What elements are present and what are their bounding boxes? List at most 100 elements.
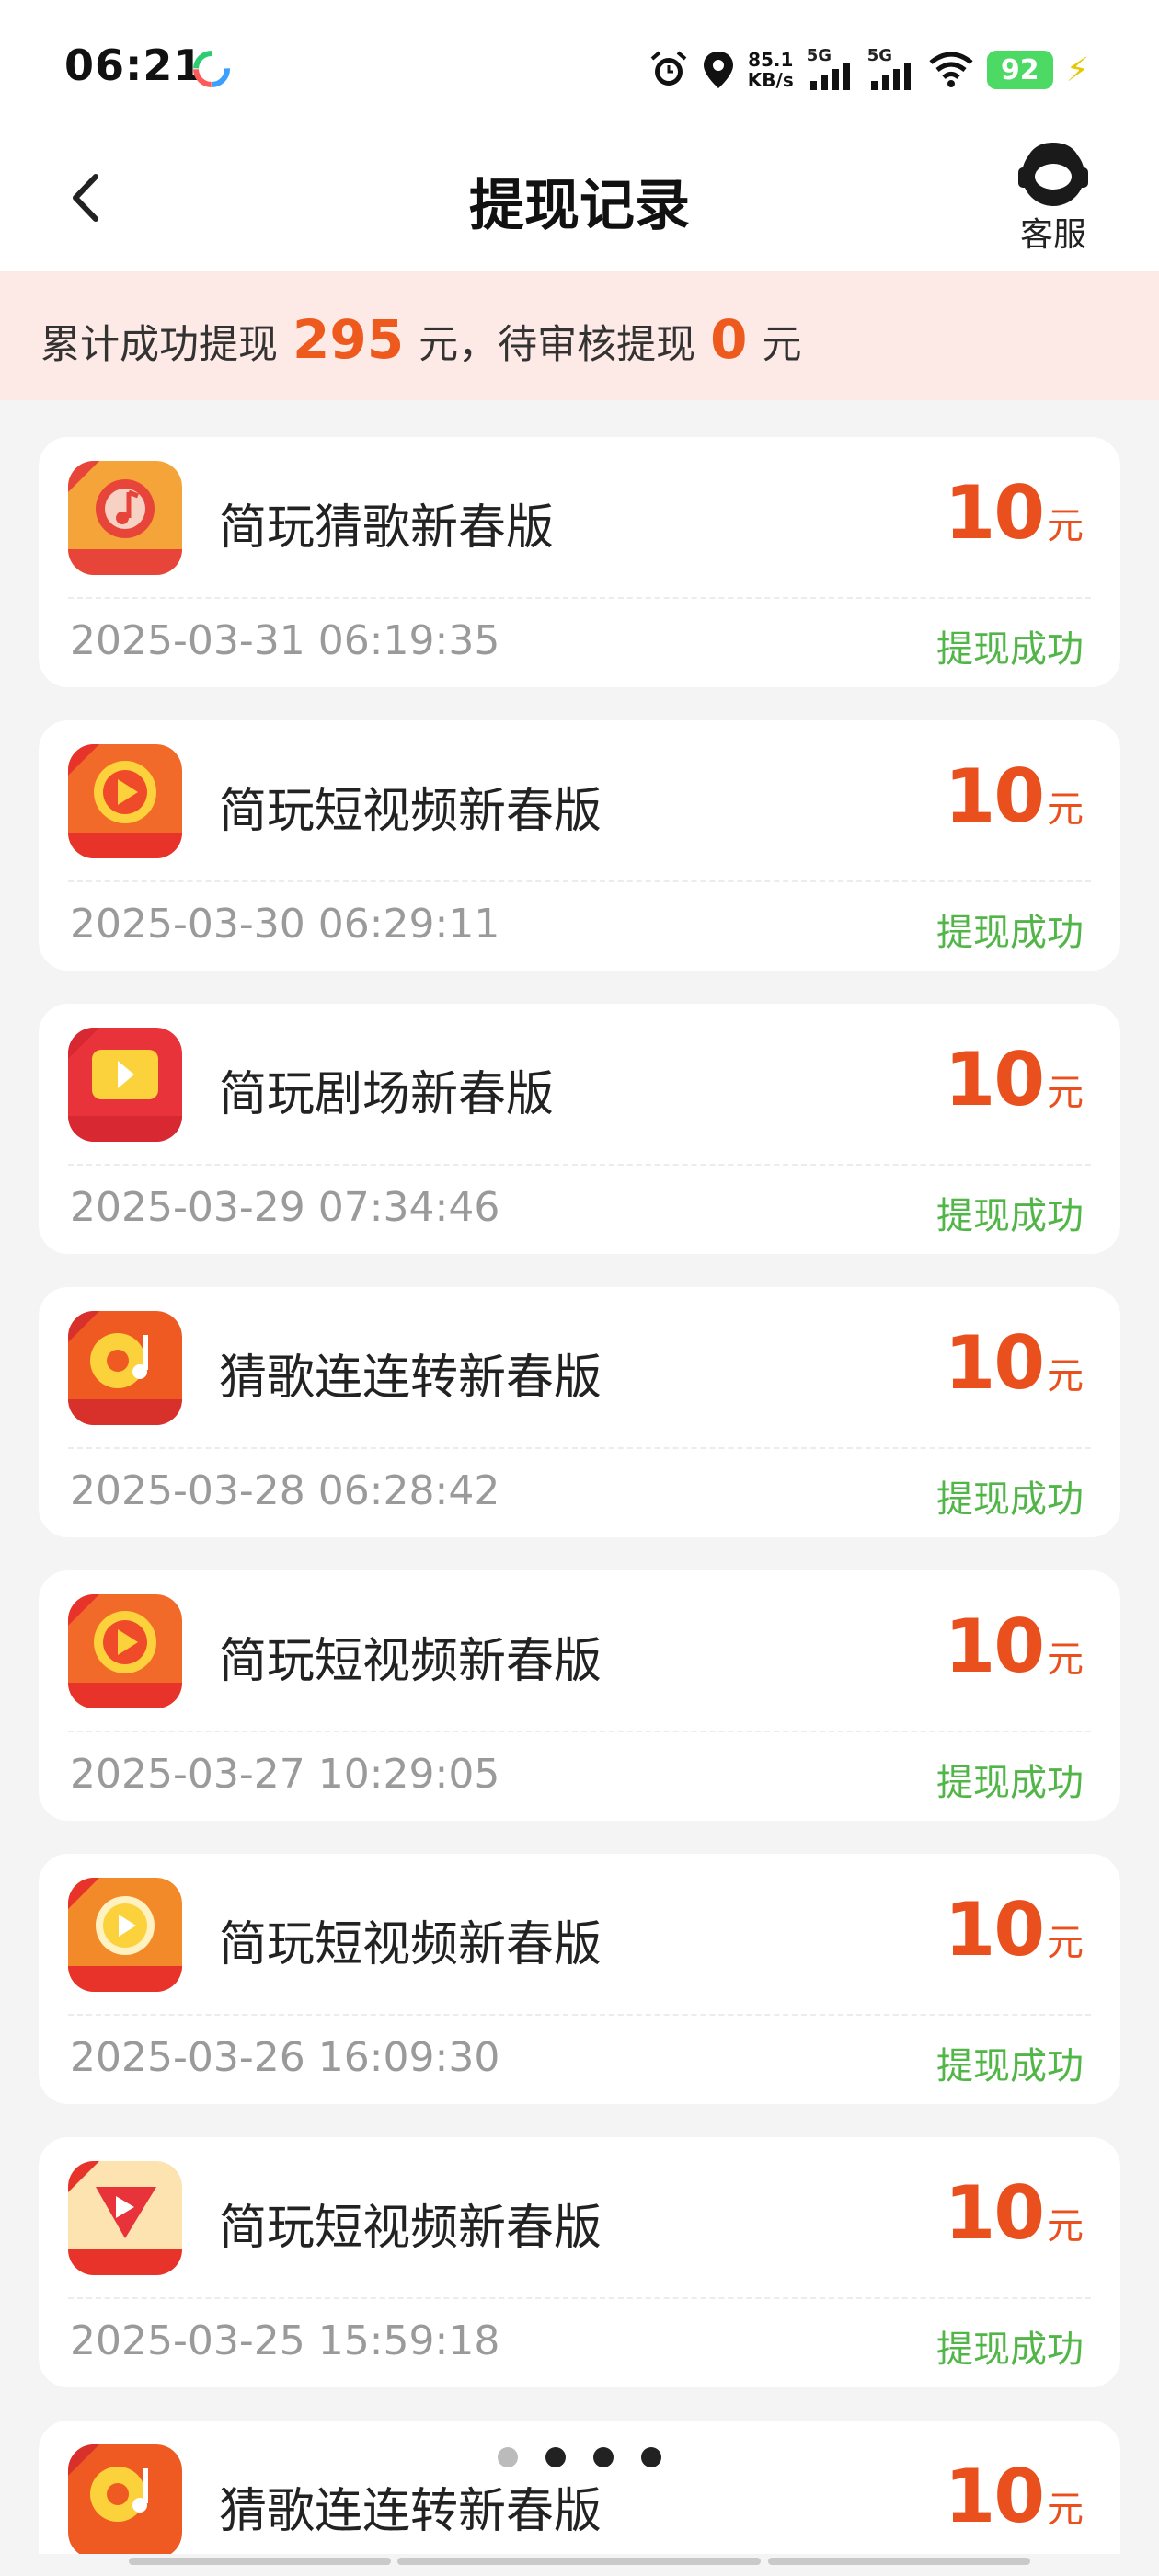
record-amount: 10 元 — [945, 753, 1084, 839]
record-card[interactable]: 简玩猜歌新春版 10 元 2025-03-31 06:19:35 提现成功 — [39, 437, 1120, 687]
bottom-indicator — [397, 2558, 761, 2565]
page-dot[interactable] — [641, 2447, 661, 2467]
record-card[interactable]: 猜歌连连转新春版 10 元 2025-03-28 06:28:42 提现成功 — [39, 1287, 1120, 1537]
status-bar: 06:21 85.1 KB/s 5G 5G 92 ⚡ — [0, 0, 1159, 138]
customer-service-button[interactable]: 客服 — [1003, 138, 1104, 258]
record-amount-value: 10 — [944, 470, 1045, 556]
network-speed-unit: KB/s — [747, 69, 794, 91]
headset-icon — [1018, 142, 1088, 206]
record-divider — [68, 2014, 1091, 2016]
notification-app-icon — [193, 51, 230, 87]
record-amount-value: 10 — [944, 1320, 1045, 1406]
play-triangle-icon — [68, 2161, 182, 2275]
wifi-icon — [929, 52, 973, 87]
summary-total: 295 — [293, 308, 405, 371]
page-indicator — [0, 2447, 1159, 2467]
record-card[interactable]: 简玩剧场新春版 10 元 2025-03-29 07:34:46 提现成功 — [39, 1004, 1120, 1254]
battery-icon: 92 — [986, 51, 1053, 89]
play-circle-icon — [68, 1878, 182, 1992]
page-dot[interactable] — [545, 2447, 566, 2467]
record-amount: 10 元 — [945, 2170, 1084, 2256]
record-status: 提现成功 — [936, 2045, 1084, 2087]
record-card[interactable]: 简玩短视频新春版 10 元 2025-03-30 06:29:11 提现成功 — [39, 720, 1120, 971]
record-amount-value: 10 — [944, 1887, 1045, 1972]
record-amount: 10 元 — [945, 1037, 1084, 1122]
record-app-name: 简玩短视频新春版 — [219, 2201, 602, 2256]
record-time: 2025-03-25 15:59:18 — [70, 2317, 500, 2364]
network-speed: 85.1 KB/s — [748, 50, 794, 90]
play-circle-icon — [68, 744, 182, 858]
record-amount-unit: 元 — [1047, 1072, 1084, 1114]
record-app-name: 猜歌连连转新春版 — [219, 1351, 602, 1406]
withdraw-summary: 累计成功提现 295 元，待审核提现 0 元 — [0, 271, 1159, 400]
record-divider — [68, 597, 1091, 599]
charging-icon: ⚡ — [1065, 51, 1089, 89]
record-app-name: 简玩猜歌新春版 — [219, 500, 555, 556]
record-status: 提现成功 — [936, 912, 1084, 954]
network-speed-value: 85.1 — [748, 49, 794, 71]
summary-unit-2: 元 — [762, 322, 802, 368]
status-icons: 85.1 KB/s 5G 5G 92 ⚡ — [648, 44, 1089, 96]
record-amount: 10 元 — [945, 1604, 1084, 1689]
music-note-icon — [68, 461, 182, 575]
record-app-name: 简玩短视频新春版 — [219, 1634, 602, 1689]
page-dot[interactable] — [593, 2447, 614, 2467]
summary-unit-1: 元，待审核提现 — [419, 322, 696, 368]
record-time: 2025-03-30 06:29:11 — [70, 901, 500, 948]
record-card[interactable]: 简玩短视频新春版 10 元 2025-03-25 15:59:18 提现成功 — [39, 2137, 1120, 2387]
bottom-indicator — [768, 2558, 1030, 2565]
play-screen-icon — [68, 1028, 182, 1142]
record-status: 提现成功 — [936, 1478, 1084, 1521]
record-status: 提现成功 — [936, 1762, 1084, 1804]
record-time: 2025-03-27 10:29:05 — [70, 1751, 500, 1798]
record-divider — [68, 2297, 1091, 2299]
status-time: 06:21 — [64, 40, 204, 90]
summary-pending: 0 — [710, 308, 748, 371]
page-dot[interactable] — [498, 2447, 518, 2467]
bottom-indicator — [129, 2558, 391, 2565]
record-card[interactable]: 简玩短视频新春版 10 元 2025-03-26 16:09:30 提现成功 — [39, 1854, 1120, 2104]
record-amount-unit: 元 — [1047, 505, 1084, 547]
record-amount: 10 元 — [945, 1887, 1084, 1972]
summary-prefix: 累计成功提现 — [40, 322, 278, 368]
record-time: 2025-03-29 07:34:46 — [70, 1184, 500, 1231]
record-amount-unit: 元 — [1047, 2489, 1084, 2531]
record-amount-unit: 元 — [1047, 1922, 1084, 1964]
record-app-name: 猜歌连连转新春版 — [219, 2484, 602, 2539]
record-amount: 10 元 — [945, 470, 1084, 556]
record-amount-unit: 元 — [1047, 788, 1084, 831]
record-app-name: 简玩短视频新春版 — [219, 1917, 602, 1972]
record-status: 提现成功 — [936, 2329, 1084, 2371]
record-app-name: 简玩剧场新春版 — [219, 1067, 555, 1122]
record-time: 2025-03-31 06:19:35 — [70, 617, 500, 664]
record-divider — [68, 880, 1091, 882]
customer-service-label: 客服 — [1019, 216, 1086, 254]
signal-1: 5G — [807, 46, 855, 90]
page-title: 提现记录 — [469, 174, 690, 238]
record-divider — [68, 1164, 1091, 1166]
record-amount-unit: 元 — [1047, 1639, 1084, 1681]
record-time: 2025-03-28 06:28:42 — [70, 1467, 500, 1514]
play-circle-icon — [68, 1594, 182, 1708]
record-amount-unit: 元 — [1047, 1355, 1084, 1397]
record-card[interactable]: 猜歌连连转新春版 10 元 — [39, 2421, 1120, 2554]
record-divider — [68, 1447, 1091, 1449]
location-icon — [703, 52, 733, 88]
record-card[interactable]: 简玩短视频新春版 10 元 2025-03-27 10:29:05 提现成功 — [39, 1570, 1120, 1821]
record-amount-value: 10 — [944, 1604, 1045, 1689]
record-app-name: 简玩短视频新春版 — [219, 784, 602, 839]
record-amount-value: 10 — [944, 753, 1045, 839]
signal-2: 5G — [867, 46, 915, 90]
record-amount-unit: 元 — [1047, 2205, 1084, 2248]
signal-icon — [809, 63, 850, 90]
alarm-icon — [650, 51, 687, 86]
battery-level: 92 — [1000, 53, 1039, 86]
vinyl-note-icon — [68, 1311, 182, 1425]
record-divider — [68, 1731, 1091, 1732]
signal-icon — [870, 63, 911, 90]
record-status: 提现成功 — [936, 628, 1084, 671]
record-time: 2025-03-26 16:09:30 — [70, 2034, 500, 2081]
record-amount-value: 10 — [944, 1037, 1045, 1122]
record-amount: 10 元 — [945, 1320, 1084, 1406]
record-amount-value: 10 — [944, 2170, 1045, 2256]
